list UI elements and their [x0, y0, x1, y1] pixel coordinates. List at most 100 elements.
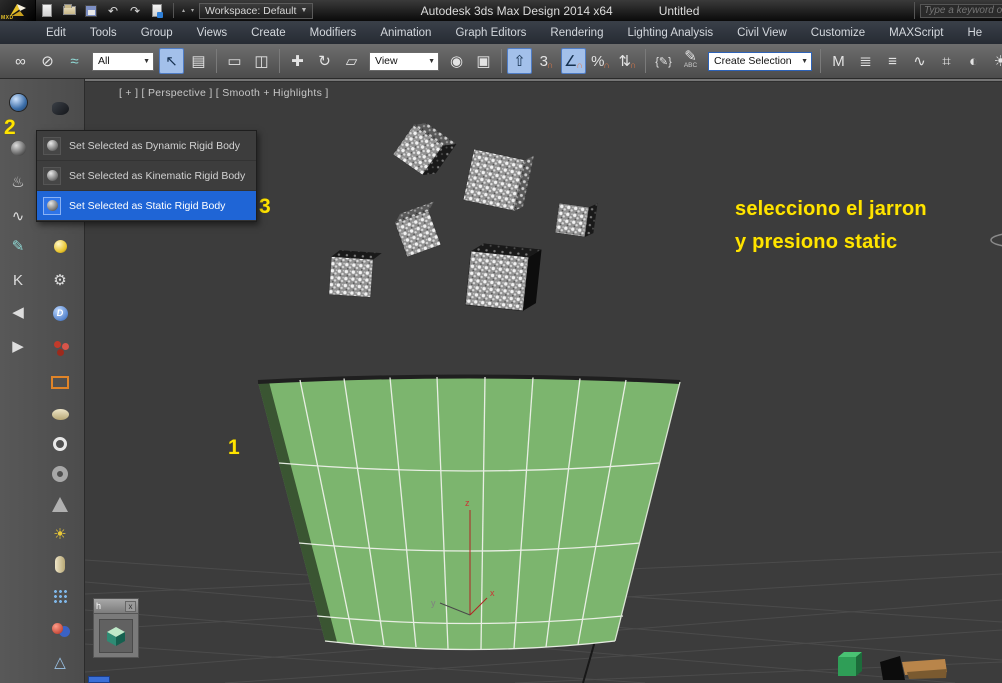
- align-icon[interactable]: ≣: [853, 48, 878, 74]
- schematic-view-icon[interactable]: ⌗: [934, 48, 959, 74]
- menu-item[interactable]: Rendering: [538, 24, 615, 42]
- spheres-icon[interactable]: [42, 613, 72, 643]
- massfx-world-icon[interactable]: [3, 87, 33, 117]
- panel-right-icon[interactable]: ▶: [3, 331, 33, 361]
- named-selection-dropdown[interactable]: Create Selection Se ▼: [708, 51, 812, 71]
- circle-primitive-icon[interactable]: [45, 429, 75, 459]
- cloth-icon[interactable]: [45, 93, 75, 123]
- named-selection-abc-icon[interactable]: ✎ ABC: [678, 48, 703, 74]
- context-menu-item[interactable]: Set Selected as Kinematic Rigid Body: [37, 161, 256, 191]
- keyboard-override-icon[interactable]: ⇧: [507, 48, 532, 74]
- reference-coordinate-dropdown[interactable]: View ▼: [369, 51, 439, 71]
- project-folder-icon[interactable]: [147, 2, 167, 19]
- annotation-note-line1: selecciono el jarron: [735, 198, 927, 220]
- torus-primitive-icon[interactable]: [45, 459, 75, 489]
- falling-cubes: [328, 123, 598, 312]
- context-menu-item[interactable]: Set Selected as Dynamic Rigid Body: [37, 131, 256, 161]
- axis-x-label: x: [490, 588, 495, 598]
- rigid-body-icon: [43, 166, 61, 185]
- separator: [645, 49, 646, 73]
- menu-item[interactable]: He: [955, 24, 994, 42]
- lamp-icon[interactable]: [45, 231, 75, 261]
- save-file-icon[interactable]: [81, 2, 101, 19]
- snaps-toggle-icon[interactable]: 3 ∩: [534, 48, 559, 74]
- window-crossing-icon[interactable]: ◫: [249, 48, 274, 74]
- abc-glyph: ABC: [683, 62, 698, 69]
- select-and-link-icon[interactable]: ∞: [8, 48, 33, 74]
- dot-grid-icon[interactable]: [45, 581, 75, 611]
- cube: [465, 243, 542, 312]
- unlink-selection-icon[interactable]: ⊘: [35, 48, 60, 74]
- blob-primitive-icon[interactable]: [45, 399, 75, 429]
- annotation-note-line2: y presiono static: [735, 231, 898, 253]
- mirror-icon[interactable]: M: [826, 48, 851, 74]
- close-icon[interactable]: x: [125, 600, 136, 612]
- magnet-icon: ∩: [630, 59, 637, 70]
- select-object-icon[interactable]: ↖: [159, 48, 184, 74]
- teapot-icon[interactable]: ♨: [3, 167, 33, 197]
- max-logo-icon[interactable]: MXD: [0, 0, 36, 21]
- percent-snap-icon[interactable]: % ∩: [588, 48, 613, 74]
- menu-item[interactable]: Modifiers: [298, 24, 369, 42]
- render-setup-icon[interactable]: ☀: [988, 48, 1002, 74]
- rope-constraint-icon[interactable]: ∿: [3, 201, 33, 231]
- viewport-label[interactable]: [ + ] [ Perspective ] [ Smooth + Highlig…: [119, 87, 329, 99]
- menu-item[interactable]: Create: [239, 24, 298, 42]
- panel-left-icon[interactable]: ◀: [3, 297, 33, 327]
- curve-editor-icon[interactable]: ∿: [907, 48, 932, 74]
- mini-window-header[interactable]: h x: [94, 599, 138, 613]
- mini-window[interactable]: h x: [93, 598, 139, 658]
- menu-item[interactable]: Views: [185, 24, 239, 42]
- menu-item[interactable]: Lighting Analysis: [615, 24, 725, 42]
- select-and-rotate-icon[interactable]: ↻: [312, 48, 337, 74]
- workspace-label: Workspace: Default: [205, 4, 297, 17]
- spinner-snap-icon[interactable]: ⇅ ∩: [615, 48, 640, 74]
- material-editor-icon[interactable]: ◐: [961, 48, 986, 74]
- workspace-next-icon[interactable]: ▾: [188, 7, 197, 14]
- ki-panel-icon[interactable]: K: [3, 265, 33, 295]
- caret-down-icon: ▼: [300, 7, 308, 14]
- 3dsmax-window: MXD ↶ ↷ ▴ ▾ Workspace: Default ▼ Autodes…: [0, 0, 1002, 683]
- particle-cluster-icon[interactable]: [42, 329, 72, 359]
- menu-item[interactable]: MAXScript: [877, 24, 955, 42]
- axis-z-label: z: [465, 498, 470, 508]
- select-by-name-icon[interactable]: ▤: [186, 48, 211, 74]
- mini-window-title: h: [96, 601, 102, 611]
- pyramid-icon[interactable]: △: [45, 647, 75, 677]
- menu-item[interactable]: Animation: [368, 24, 443, 42]
- workspace-prev-icon[interactable]: ▴: [179, 7, 188, 14]
- new-scene-icon[interactable]: [37, 2, 57, 19]
- select-and-manipulate-icon[interactable]: ▣: [471, 48, 496, 74]
- rectangular-selection-region-icon[interactable]: ▭: [222, 48, 247, 74]
- angle-snap-icon[interactable]: ∠ ∩: [561, 48, 586, 74]
- menu-item[interactable]: Graph Editors: [443, 24, 538, 42]
- sun-light-icon[interactable]: ☀: [45, 519, 75, 549]
- selection-filter-dropdown[interactable]: All ▼: [92, 51, 154, 71]
- select-and-move-icon[interactable]: ✚: [285, 48, 310, 74]
- undo-icon[interactable]: ↶: [103, 2, 123, 19]
- d-sphere-icon[interactable]: D: [45, 298, 75, 328]
- open-file-icon[interactable]: [59, 2, 79, 19]
- bind-to-spacewarp-icon[interactable]: ≈: [62, 48, 87, 74]
- menu-item[interactable]: Group: [129, 24, 185, 42]
- use-center-icon[interactable]: ◉: [444, 48, 469, 74]
- capsule-primitive-icon[interactable]: [45, 549, 75, 579]
- layer-manager-icon[interactable]: ≡: [880, 48, 905, 74]
- workspace-dropdown[interactable]: Workspace: Default ▼: [199, 2, 314, 19]
- context-menu-item[interactable]: Set Selected as Static Rigid Body: [37, 191, 256, 221]
- menu-item[interactable]: Edit: [34, 24, 78, 42]
- object-paint-icon[interactable]: ✎: [3, 231, 33, 261]
- rectangle-primitive-icon[interactable]: [45, 367, 75, 397]
- edit-named-sets-icon[interactable]: {✎}: [651, 48, 676, 74]
- menu-item[interactable]: Civil View: [725, 24, 799, 42]
- cube-thumbnail-icon: [99, 618, 133, 653]
- select-and-scale-icon[interactable]: ▱: [339, 48, 364, 74]
- cone-primitive-icon[interactable]: [45, 489, 75, 519]
- toolbar-bevel: [0, 79, 1002, 82]
- viewcube[interactable]: LEFT: [988, 194, 1002, 252]
- redo-icon[interactable]: ↷: [125, 2, 145, 19]
- keyword-search-input[interactable]: [920, 3, 1002, 18]
- gear-icon[interactable]: ⚙: [45, 265, 75, 295]
- menu-item[interactable]: Customize: [799, 24, 877, 42]
- menu-item[interactable]: Tools: [78, 24, 129, 42]
